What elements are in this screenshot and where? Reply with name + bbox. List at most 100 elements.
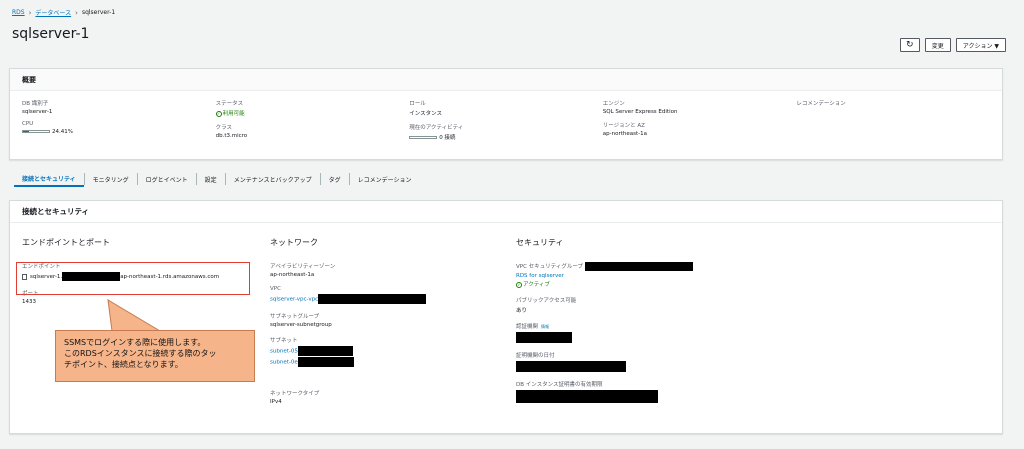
subnet-group-label: サブネットグループ [270,314,320,320]
network-section-title: ネットワーク [270,238,318,247]
class-value: db.t3.micro [215,133,248,139]
tab-tags[interactable]: タグ [319,173,349,185]
breadcrumb-rds[interactable]: RDS [12,9,25,16]
endpoint-section-title: エンドポイントとポート [22,238,110,247]
ca-info-link[interactable]: 情報 [541,324,549,329]
network-type-label: ネットワークタイプ [270,391,320,397]
summary-header: 概要 [10,69,1002,91]
role-value: インスタンス [409,111,442,117]
breadcrumb-databases[interactable]: データベース [35,8,71,17]
page-title: sqlserver-1 [12,26,90,42]
port-value: 1433 [22,299,36,305]
activity-label: 現在のアクティビティ [409,125,464,131]
callout-line-1: SSMSでログインする際に使用します。 [64,338,206,347]
activity-bar [409,136,438,139]
cpu-value: 24.41% [22,129,216,135]
sg-value: RDS for sqlserver [516,273,693,279]
sg-link[interactable]: RDS for sqlserver [516,273,564,279]
status-text: 利用可能 [222,111,245,117]
db-id-label: DB 識別子 [22,101,49,107]
ca-label-text: 認証機関 [516,324,539,330]
recommend-label: レコメンデーション [796,101,846,107]
breadcrumb-separator-icon: › [28,8,32,17]
role-label: ロール [409,101,426,107]
refresh-icon: ↻ [905,40,914,50]
connectivity-header: 接続とセキュリティ [10,201,1002,223]
ca-date-label: 証明機関の日付 [516,353,555,359]
class-label: クラス [215,125,232,131]
breadcrumb-current: sqlserver-1 [81,9,116,16]
summary-col-recommend: レコメンデーション [796,99,990,147]
security-section-title: セキュリティ [516,238,564,247]
check-circle-icon: ✓ [516,281,522,288]
actions-dropdown-button[interactable]: アクション ▼ [955,38,1006,52]
sg-label-text: VPC セキュリティグループ [516,264,584,270]
status-value: ✓ 利用可能 [215,109,410,117]
activity-text[interactable]: 0 接続 [439,135,455,141]
tab-recommendations[interactable]: レコメンデーション [348,173,420,185]
network-column: ネットワーク アベイラビリティーゾーン ap-northeast-1a VPC … [270,237,427,413]
engine-value: SQL Server Express Edition [602,109,678,115]
vpc-value: sqlserver-vpc-vpc [270,294,427,304]
refresh-button[interactable]: ↻ [899,38,920,52]
breadcrumb-separator-icon: › [75,8,78,17]
summary-col-engine: エンジン SQL Server Express Edition リージョンと A… [603,99,797,147]
redaction-block [297,346,353,356]
subnet-link-2[interactable]: subnet-0e [270,360,298,366]
az-label: アベイラビリティーゾーン [270,264,336,270]
connectivity-panel: 接続とセキュリティ エンドポイントとポート エンドポイント sqlserver-… [9,200,1003,434]
summary-col-id: DB 識別子 sqlserver-1 CPU 24.41% [22,99,216,147]
redaction-block [516,332,572,343]
redaction-block [516,361,626,372]
region-label: リージョンと AZ [602,123,645,129]
redaction-block [318,294,427,304]
tab-connectivity[interactable]: 接続とセキュリティ [14,171,84,187]
activity-value: 0 接続 [409,133,603,141]
summary-panel: 概要 DB 識別子 sqlserver-1 CPU 24.41% ステータス ✓… [9,68,1003,160]
ca-date-value [516,361,693,372]
cpu-bar-fill [23,131,30,132]
redaction-block [516,390,658,403]
cpu-percent: 24.41% [52,129,73,135]
subnet-group-value: sqlserver-subnetgroup [270,322,332,328]
cert-expiry-value [516,390,693,403]
sg-status: ✓ アクティブ [516,280,693,288]
modify-button[interactable]: 変更 [924,38,951,52]
tab-logs-events[interactable]: ログとイベント [136,173,196,185]
callout-line-3: チポイント、接続点となります。 [64,360,183,369]
subnet-link-1[interactable]: subnet-05 [270,349,298,355]
engine-label: エンジン [602,101,625,107]
sg-status-text: アクティブ [523,282,550,288]
cert-expiry-label: DB インスタンス証明書の有効期限 [516,382,603,388]
callout-line-2: このRDSインスタンスに接続する際のタッ [64,349,217,358]
network-type-value: IPv4 [270,399,282,405]
sg-label: VPC セキュリティグループ [516,262,694,271]
tab-configuration[interactable]: 設定 [195,173,225,185]
cpu-bar [22,130,50,133]
redaction-block [585,262,694,271]
subnet-value-1: subnet-05 [270,346,426,356]
redaction-block [297,357,354,367]
az-value: ap-northeast-1a [270,272,315,278]
vpc-link[interactable]: sqlserver-vpc-vpc [270,297,318,303]
tab-maintenance[interactable]: メンテナンスとバックアップ [224,173,320,185]
tab-monitoring[interactable]: モニタリング [83,173,137,185]
security-column: セキュリティ VPC セキュリティグループ RDS for sqlserver … [516,237,694,411]
region-value: ap-northeast-1a [602,131,648,137]
db-id-value: sqlserver-1 [22,109,53,115]
public-value: あり [516,308,528,314]
callout-annotation: SSMSでログインする際に使用します。 このRDSインスタンスに接続する際のタッ… [55,330,255,382]
status-label: ステータス [215,101,244,107]
breadcrumb: RDS › データベース › sqlserver-1 [12,8,116,18]
header-actions: ↻ 変更 アクション ▼ [899,38,1006,52]
ca-label: 認証機関 情報 [516,322,693,330]
ca-value [516,332,693,343]
cpu-label: CPU [22,121,34,127]
vpc-label: VPC [270,286,281,292]
subnet-value-2: subnet-0e [270,357,426,367]
detail-tabs: 接続とセキュリティ モニタリング ログとイベント 設定 メンテナンスとバックアッ… [14,171,419,187]
public-label: パブリックアクセス可能 [516,298,577,304]
endpoint-highlight-box [16,262,250,295]
check-circle-icon: ✓ [215,110,222,117]
summary-col-role: ロール インスタンス 現在のアクティビティ 0 接続 [409,99,603,147]
